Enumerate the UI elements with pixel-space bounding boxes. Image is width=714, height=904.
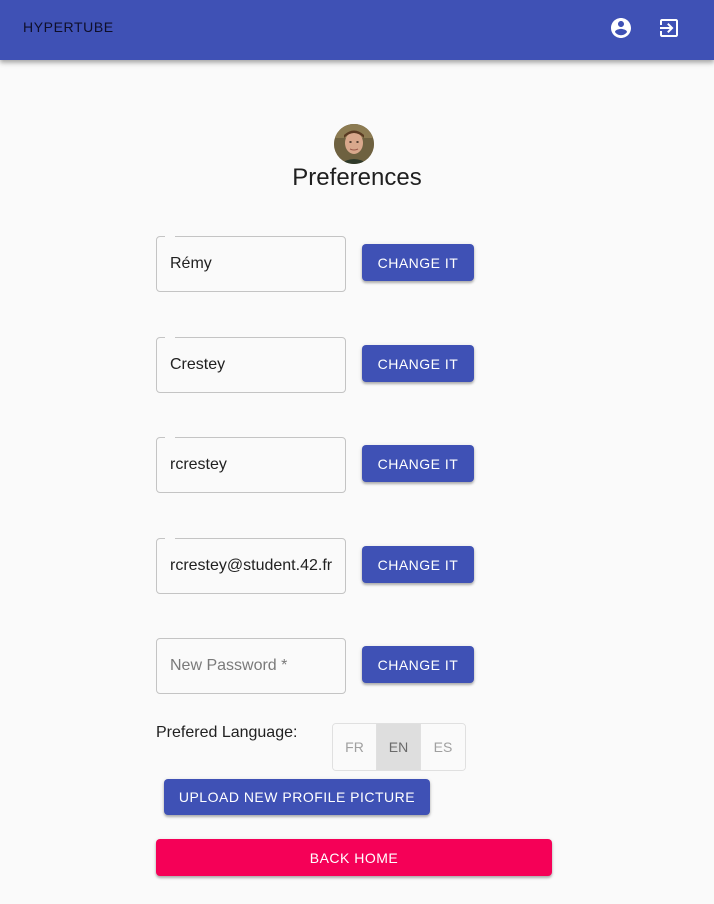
username-field[interactable] xyxy=(156,436,346,493)
password-field[interactable] xyxy=(156,638,346,694)
change-username-button[interactable]: CHANGE IT xyxy=(362,445,474,482)
email-field[interactable] xyxy=(156,537,346,594)
account-circle-icon[interactable] xyxy=(609,16,633,40)
change-first-name-button[interactable]: CHANGE IT xyxy=(362,244,474,281)
last-name-input[interactable] xyxy=(157,338,345,392)
app-bar: HYPERTUBE xyxy=(0,0,714,60)
password-input[interactable] xyxy=(157,639,345,693)
language-option-en[interactable]: EN xyxy=(377,724,421,770)
first-name-field[interactable] xyxy=(156,235,346,292)
username-input[interactable] xyxy=(157,438,345,492)
app-brand[interactable]: HYPERTUBE xyxy=(23,19,114,35)
language-label: Prefered Language: xyxy=(156,724,298,741)
email-input[interactable] xyxy=(157,539,345,593)
language-option-es[interactable]: ES xyxy=(421,724,465,770)
change-password-button[interactable]: CHANGE IT xyxy=(362,646,474,683)
last-name-field[interactable] xyxy=(156,336,346,393)
upload-profile-picture-button[interactable]: UPLOAD NEW PROFILE PICTURE xyxy=(164,779,430,815)
language-option-fr[interactable]: FR xyxy=(333,724,377,770)
logout-icon[interactable] xyxy=(657,16,681,40)
profile-avatar xyxy=(334,124,374,164)
back-home-button[interactable]: BACK HOME xyxy=(156,839,552,876)
change-last-name-button[interactable]: CHANGE IT xyxy=(362,345,474,382)
first-name-input[interactable] xyxy=(157,237,345,291)
change-email-button[interactable]: CHANGE IT xyxy=(362,546,474,583)
language-toggle-group: FR EN ES xyxy=(332,723,466,771)
page-title: Preferences xyxy=(292,164,422,191)
